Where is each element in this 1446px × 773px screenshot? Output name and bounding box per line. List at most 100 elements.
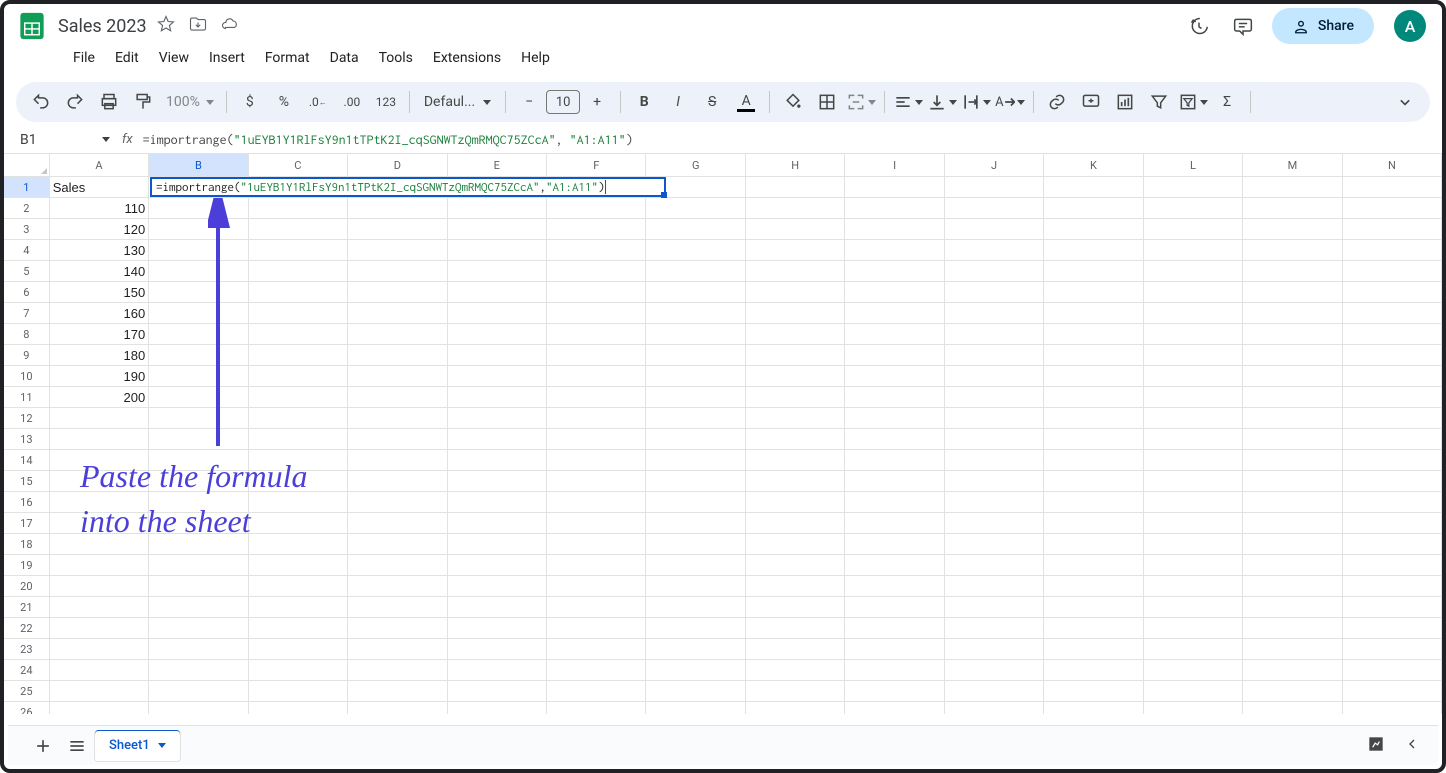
cell[interactable] [249, 303, 348, 324]
cell[interactable] [1343, 534, 1442, 555]
cell[interactable] [1243, 471, 1342, 492]
cell[interactable] [1144, 702, 1243, 714]
cell[interactable] [1144, 408, 1243, 429]
cell[interactable] [945, 513, 1044, 534]
cell[interactable] [1243, 555, 1342, 576]
cell[interactable] [50, 471, 149, 492]
column-header[interactable]: A [50, 154, 149, 176]
cell[interactable] [547, 282, 646, 303]
cell[interactable] [746, 345, 845, 366]
cell[interactable] [448, 345, 547, 366]
cell[interactable] [1044, 702, 1143, 714]
zoom-dropdown[interactable]: 100% [162, 94, 218, 110]
row-header[interactable]: 9 [4, 345, 50, 366]
cell[interactable] [1044, 618, 1143, 639]
cell[interactable] [845, 198, 944, 219]
column-header[interactable]: H [746, 154, 845, 176]
cell[interactable] [50, 660, 149, 681]
cell[interactable] [149, 681, 248, 702]
cell[interactable] [945, 597, 1044, 618]
cell[interactable] [448, 408, 547, 429]
cell[interactable] [348, 387, 447, 408]
cell[interactable] [646, 681, 745, 702]
cell[interactable] [249, 450, 348, 471]
cell[interactable] [1243, 492, 1342, 513]
cell[interactable] [249, 555, 348, 576]
cell[interactable] [50, 576, 149, 597]
cell[interactable] [646, 702, 745, 714]
cell[interactable] [746, 597, 845, 618]
row-header[interactable]: 16 [4, 492, 50, 513]
cell[interactable] [249, 240, 348, 261]
cell[interactable] [845, 660, 944, 681]
active-cell-editor[interactable]: =importrange("1uEYB1Y1RlFsY9n1tTPtK2I_cq… [150, 177, 666, 197]
redo-icon[interactable] [60, 87, 90, 117]
cell[interactable] [945, 303, 1044, 324]
cell[interactable] [845, 303, 944, 324]
cell[interactable] [945, 387, 1044, 408]
cell[interactable] [547, 576, 646, 597]
cloud-icon[interactable] [221, 15, 239, 37]
cell[interactable] [945, 408, 1044, 429]
cell[interactable] [1044, 513, 1143, 534]
menu-file[interactable]: File [64, 44, 104, 72]
cell[interactable] [945, 555, 1044, 576]
cell[interactable] [1243, 345, 1342, 366]
sheets-logo-icon[interactable] [16, 10, 48, 42]
cell[interactable] [1343, 282, 1442, 303]
cell[interactable] [149, 639, 248, 660]
row-header[interactable]: 26 [4, 702, 50, 714]
cell[interactable] [1343, 618, 1442, 639]
column-header[interactable]: N [1343, 154, 1442, 176]
merge-cells-icon[interactable] [846, 87, 876, 117]
cell[interactable] [1243, 261, 1342, 282]
cell[interactable] [1343, 576, 1442, 597]
cell[interactable] [1044, 240, 1143, 261]
cell[interactable] [1343, 702, 1442, 714]
cell[interactable] [448, 240, 547, 261]
cell[interactable] [945, 324, 1044, 345]
cell[interactable] [1044, 324, 1143, 345]
cell[interactable] [249, 534, 348, 555]
percent-icon[interactable]: % [269, 87, 299, 117]
cell[interactable]: 130 [50, 240, 149, 261]
row-header[interactable]: 24 [4, 660, 50, 681]
cell[interactable] [348, 513, 447, 534]
cell[interactable]: 140 [50, 261, 149, 282]
cell[interactable] [1044, 177, 1143, 198]
undo-icon[interactable] [26, 87, 56, 117]
cell[interactable] [845, 261, 944, 282]
row-header[interactable]: 14 [4, 450, 50, 471]
column-header[interactable]: B [149, 154, 248, 176]
column-header[interactable]: J [945, 154, 1044, 176]
cell[interactable] [348, 702, 447, 714]
functions-icon[interactable]: Σ [1212, 87, 1242, 117]
cell[interactable] [348, 660, 447, 681]
cell[interactable] [1144, 324, 1243, 345]
cell[interactable] [746, 681, 845, 702]
cell[interactable] [348, 555, 447, 576]
menu-data[interactable]: Data [321, 44, 368, 72]
cell[interactable] [1243, 282, 1342, 303]
cell[interactable] [50, 408, 149, 429]
cell[interactable] [845, 324, 944, 345]
column-header[interactable]: C [249, 154, 348, 176]
text-color-icon[interactable]: A [731, 87, 761, 117]
cell[interactable] [1044, 639, 1143, 660]
cell[interactable]: 110 [50, 198, 149, 219]
cell[interactable] [1243, 429, 1342, 450]
cell[interactable] [1044, 597, 1143, 618]
cell[interactable] [1144, 618, 1243, 639]
font-size-decrease-icon[interactable]: − [514, 87, 544, 117]
column-header[interactable]: K [1044, 154, 1143, 176]
insert-link-icon[interactable] [1042, 87, 1072, 117]
cell[interactable] [1343, 387, 1442, 408]
cell[interactable] [149, 471, 248, 492]
cell[interactable] [448, 219, 547, 240]
cell[interactable] [746, 198, 845, 219]
cell[interactable] [1243, 408, 1342, 429]
cell[interactable] [1144, 240, 1243, 261]
cell[interactable] [348, 303, 447, 324]
cell[interactable] [845, 387, 944, 408]
cell[interactable] [945, 660, 1044, 681]
